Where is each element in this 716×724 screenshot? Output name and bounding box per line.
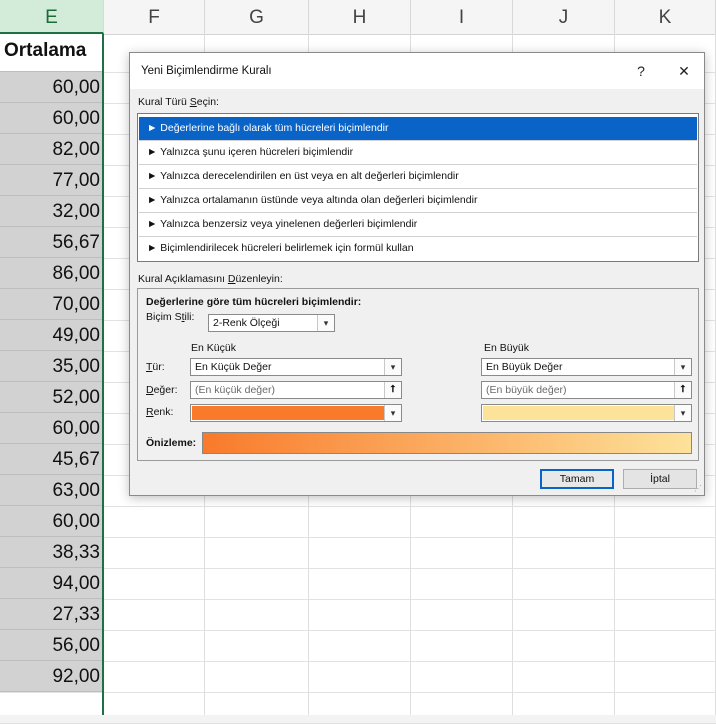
column-header-k[interactable]: K <box>615 0 716 34</box>
cell-e-value[interactable]: 49,00 <box>0 320 104 351</box>
format-style-label-text: Biçim S <box>146 311 182 323</box>
rule-type-list[interactable]: ► Değerlerine bağlı olarak tüm hücreleri… <box>137 113 699 262</box>
preview-label: Önizleme: <box>146 437 197 449</box>
chevron-down-icon[interactable]: ▾ <box>317 315 334 331</box>
dialog-title: Yeni Biçimlendirme Kuralı <box>141 65 272 77</box>
rule-type-label: Kural Türü Seçin: <box>138 96 219 108</box>
max-type-value: En Büyük Değer <box>486 361 563 373</box>
description-heading: Değerlerine göre tüm hücreleri biçimlend… <box>146 296 362 308</box>
preview-gradient <box>202 432 692 454</box>
cell-e-value[interactable]: 60,00 <box>0 506 104 537</box>
chevron-down-icon[interactable]: ▾ <box>384 359 401 375</box>
rule-description-box: Değerlerine göre tüm hücreleri biçimlend… <box>137 288 699 461</box>
selection-border <box>102 34 104 715</box>
dialog-title-bar: Yeni Biçimlendirme Kuralı ? ✕ <box>130 53 704 89</box>
color-label-accel: R <box>146 406 154 418</box>
rule-type-item[interactable]: ► Yalnızca ortalamanın üstünde veya altı… <box>139 189 697 212</box>
rule-type-item[interactable]: ► Değerlerine bağlı olarak tüm hücreleri… <box>139 117 697 140</box>
min-header: En Küçük <box>191 342 236 354</box>
edit-description-label: Kural Açıklamasını Düzenleyin: <box>138 273 283 285</box>
column-header-g[interactable]: G <box>205 0 309 34</box>
row-gridline <box>0 692 716 693</box>
chevron-down-icon[interactable]: ▾ <box>674 359 691 375</box>
column-header-h[interactable]: H <box>309 0 411 34</box>
min-value-placeholder: (En küçük değer) <box>195 384 275 396</box>
rule-type-item[interactable]: ► Yalnızca benzersiz veya yinelenen değe… <box>139 213 697 236</box>
min-type-dropdown[interactable]: En Küçük Değer ▾ <box>190 358 402 376</box>
cancel-button[interactable]: İptal <box>623 469 697 489</box>
cell-e-value[interactable]: 60,00 <box>0 103 104 134</box>
value-label: Değer: <box>146 384 178 396</box>
collapse-dialog-icon[interactable]: ⭡ <box>384 382 401 398</box>
cell-e-value[interactable]: 35,00 <box>0 351 104 382</box>
column-header-i[interactable]: I <box>411 0 513 34</box>
edit-label-text: Kural Açıklamasını <box>138 273 228 285</box>
cell-e-value[interactable]: 70,00 <box>0 289 104 320</box>
min-color-swatch <box>192 406 384 420</box>
cell-e-value[interactable]: 32,00 <box>0 196 104 227</box>
cell-e-value[interactable]: 77,00 <box>0 165 104 196</box>
new-formatting-rule-dialog: Yeni Biçimlendirme Kuralı ? ✕ Kural Türü… <box>129 52 705 496</box>
row-gridline <box>0 599 716 600</box>
max-color-picker[interactable]: ▾ <box>481 404 692 422</box>
column-header-bar: E F G H I J K <box>0 0 716 35</box>
min-value-input[interactable]: (En küçük değer) ⭡ <box>190 381 402 399</box>
type-label-rest: ür: <box>152 361 165 373</box>
row-gridline <box>0 506 716 507</box>
ok-button[interactable]: Tamam <box>540 469 614 489</box>
cell-e-value[interactable]: 60,00 <box>0 413 104 444</box>
min-type-value: En Küçük Değer <box>195 361 272 373</box>
format-style-label-rest: ili: <box>184 311 195 323</box>
format-style-value: 2-Renk Ölçeği <box>213 317 280 329</box>
close-icon[interactable]: ✕ <box>671 59 697 83</box>
column-header-f[interactable]: F <box>104 0 205 34</box>
cell-e-value[interactable]: 63,00 <box>0 475 104 506</box>
color-label: Renk: <box>146 406 173 418</box>
max-header: En Büyük <box>484 342 529 354</box>
cell-e-value[interactable]: 86,00 <box>0 258 104 289</box>
rule-type-item[interactable]: ► Biçimlendirilecek hücreleri belirlemek… <box>139 237 697 260</box>
max-value-placeholder: (En büyük değer) <box>486 384 567 396</box>
cell-e-value[interactable]: 38,33 <box>0 537 104 568</box>
row-gridline <box>0 630 716 631</box>
cell-e-value[interactable]: 27,33 <box>0 599 104 630</box>
type-label: Tür: <box>146 361 165 373</box>
cell-e-value[interactable]: 94,00 <box>0 568 104 599</box>
rule-type-label-rest: eçin: <box>196 96 219 108</box>
format-style-dropdown[interactable]: 2-Renk Ölçeği ▾ <box>208 314 335 332</box>
row-gridline <box>0 537 716 538</box>
row-gridline <box>0 661 716 662</box>
value-label-accel: D <box>146 384 154 396</box>
chevron-down-icon[interactable]: ▾ <box>674 405 691 421</box>
max-value-input[interactable]: (En büyük değer) ⭡ <box>481 381 692 399</box>
row-gridline <box>0 568 716 569</box>
cell-e-value[interactable]: 56,67 <box>0 227 104 258</box>
rule-type-item[interactable]: ► Yalnızca şunu içeren hücreleri biçimle… <box>139 141 697 164</box>
help-icon[interactable]: ? <box>628 59 654 83</box>
cell-e-header[interactable]: Ortalama <box>0 34 104 72</box>
rule-type-item[interactable]: ► Yalnızca derecelendirilen en üst veya … <box>139 165 697 188</box>
resize-grip-icon[interactable]: ⋰ <box>694 484 702 493</box>
column-header-e[interactable]: E <box>0 0 104 34</box>
edit-label-rest: üzenleyin: <box>235 273 283 285</box>
chevron-down-icon[interactable]: ▾ <box>384 405 401 421</box>
cell-e-value[interactable]: 92,00 <box>0 661 104 692</box>
column-header-j[interactable]: J <box>513 0 615 34</box>
cell-e-value[interactable]: 52,00 <box>0 382 104 413</box>
cell-e-value[interactable]: 60,00 <box>0 72 104 103</box>
max-color-swatch <box>483 406 674 420</box>
cell-e-value[interactable]: 82,00 <box>0 134 104 165</box>
max-type-dropdown[interactable]: En Büyük Değer ▾ <box>481 358 692 376</box>
value-label-rest: eğer: <box>153 384 178 396</box>
min-color-picker[interactable]: ▾ <box>190 404 402 422</box>
cell-e-value[interactable]: 45,67 <box>0 444 104 475</box>
color-label-rest: enk: <box>153 406 174 418</box>
format-style-label: Biçim Stili: <box>146 311 194 323</box>
rule-type-label-text: Kural Türü <box>138 96 190 108</box>
collapse-dialog-icon[interactable]: ⭡ <box>674 382 691 398</box>
rule-type-label-accel: S <box>189 96 197 108</box>
cell-e-value[interactable]: 56,00 <box>0 630 104 661</box>
